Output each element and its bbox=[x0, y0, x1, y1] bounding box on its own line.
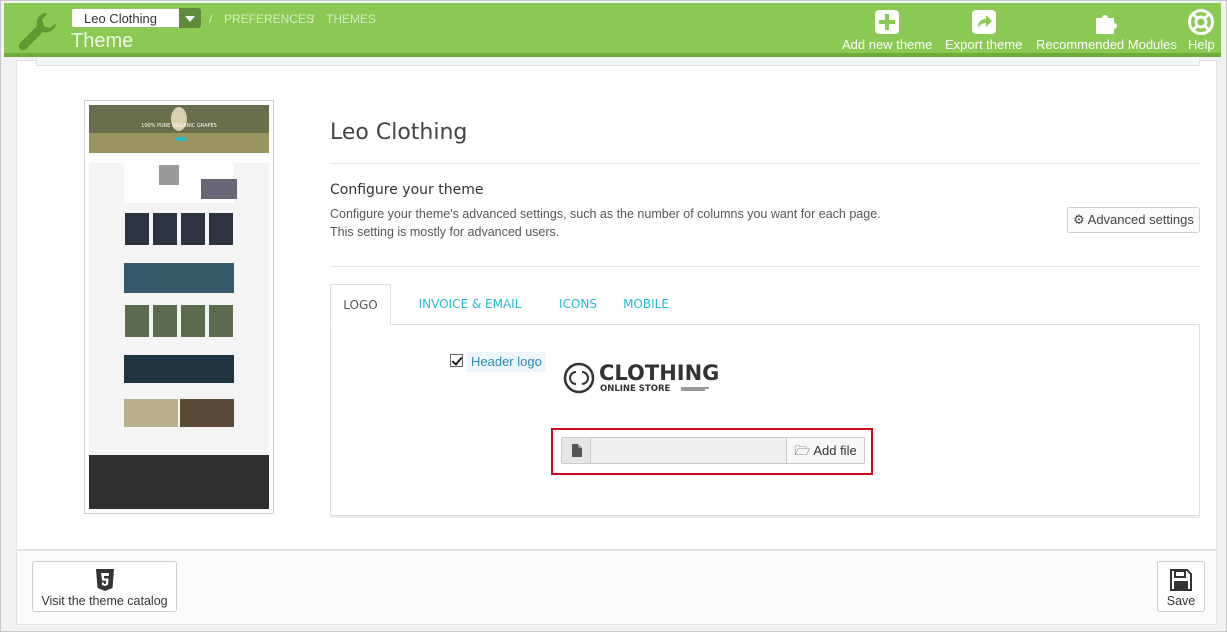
gear-icon: ⚙ bbox=[1073, 212, 1085, 227]
theme-preview-thumbnail: 100% PURE ORGANIC GRAPES bbox=[89, 105, 269, 509]
advanced-settings-button[interactable]: ⚙ Advanced settings bbox=[1067, 207, 1200, 233]
wrench-icon bbox=[18, 13, 56, 51]
shop-select-value: Leo Clothing bbox=[84, 11, 157, 26]
chevron-down-icon[interactable] bbox=[179, 8, 201, 28]
folder-open-icon: 🗁 bbox=[794, 443, 811, 458]
visit-theme-catalog-label: Visit the theme catalog bbox=[41, 594, 168, 608]
tab-icons[interactable]: ICONS bbox=[552, 284, 604, 325]
save-button[interactable]: Save bbox=[1157, 561, 1205, 612]
save-label: Save bbox=[1166, 594, 1196, 608]
share-square-icon bbox=[971, 10, 996, 34]
add-file-button[interactable]: 🗁 Add file bbox=[786, 438, 864, 463]
file-icon-box bbox=[562, 438, 591, 463]
theme-name-heading: Leo Clothing bbox=[330, 120, 468, 145]
configure-theme-description: Configure your theme's advanced settings… bbox=[330, 207, 881, 221]
advanced-settings-label: Advanced settings bbox=[1087, 212, 1194, 227]
html5-icon bbox=[95, 569, 114, 591]
breadcrumb-separator: / bbox=[209, 12, 213, 26]
header-logo-preview: CLOTHING ONLINE STORE bbox=[563, 361, 719, 394]
tab-logo[interactable]: LOGO bbox=[330, 284, 391, 325]
file-icon bbox=[572, 444, 582, 457]
breadcrumb-preferences[interactable]: PREFERENCES bbox=[224, 12, 314, 26]
export-theme-button[interactable]: Export theme bbox=[945, 9, 1022, 52]
page-title: Theme bbox=[71, 30, 134, 52]
visit-theme-catalog-button[interactable]: Visit the theme catalog bbox=[32, 561, 177, 612]
logo-sub-text: ONLINE STORE bbox=[600, 384, 670, 394]
header-logo-checkbox[interactable] bbox=[450, 354, 463, 367]
add-new-theme-label: Add new theme bbox=[842, 37, 933, 52]
configure-theme-note: This setting is mostly for advanced user… bbox=[330, 225, 560, 239]
tab-mobile[interactable]: MOBILE bbox=[617, 284, 675, 325]
shop-select[interactable]: Leo Clothing bbox=[71, 8, 201, 28]
preview-banner-text: 100% PURE ORGANIC GRAPES bbox=[141, 123, 217, 129]
logo-brand-text: CLOTHING bbox=[599, 361, 719, 385]
tab-invoice-email-logos[interactable]: INVOICE & EMAIL LOGOS bbox=[400, 284, 540, 351]
file-name-input[interactable] bbox=[592, 438, 786, 463]
panel-heading-strip bbox=[36, 58, 1200, 66]
theme-tabs: LOGO INVOICE & EMAIL LOGOS ICONS MOBILE bbox=[330, 284, 1200, 351]
top-header-bar: Leo Clothing / PREFERENCES / THEMES Them… bbox=[4, 3, 1221, 57]
header-logo-label[interactable]: Header logo bbox=[467, 352, 546, 372]
divider bbox=[330, 266, 1200, 267]
theme-preview-image: 100% PURE ORGANIC GRAPES bbox=[84, 100, 274, 514]
divider bbox=[330, 163, 1200, 164]
plus-square-icon bbox=[875, 10, 900, 34]
file-upload-group[interactable]: 🗁 Add file bbox=[561, 437, 865, 464]
configure-theme-title: Configure your theme bbox=[330, 182, 484, 198]
logo-tab-panel bbox=[330, 324, 1200, 516]
floppy-disk-icon bbox=[1170, 569, 1192, 591]
puzzle-icon bbox=[1096, 15, 1118, 34]
add-new-theme-button[interactable]: Add new theme bbox=[842, 9, 932, 52]
help-button[interactable]: Help bbox=[1188, 9, 1215, 52]
help-label: Help bbox=[1188, 37, 1215, 52]
breadcrumb-separator: / bbox=[311, 12, 315, 26]
recommended-modules-label: Recommended Modules bbox=[1036, 37, 1177, 52]
recommended-modules-button[interactable]: Recommended Modules bbox=[1036, 9, 1177, 52]
add-file-label: Add file bbox=[813, 443, 857, 458]
panel-footer bbox=[16, 551, 1217, 625]
breadcrumb-themes[interactable]: THEMES bbox=[326, 12, 376, 26]
export-theme-label: Export theme bbox=[945, 37, 1023, 52]
lifebuoy-icon bbox=[1188, 9, 1215, 35]
